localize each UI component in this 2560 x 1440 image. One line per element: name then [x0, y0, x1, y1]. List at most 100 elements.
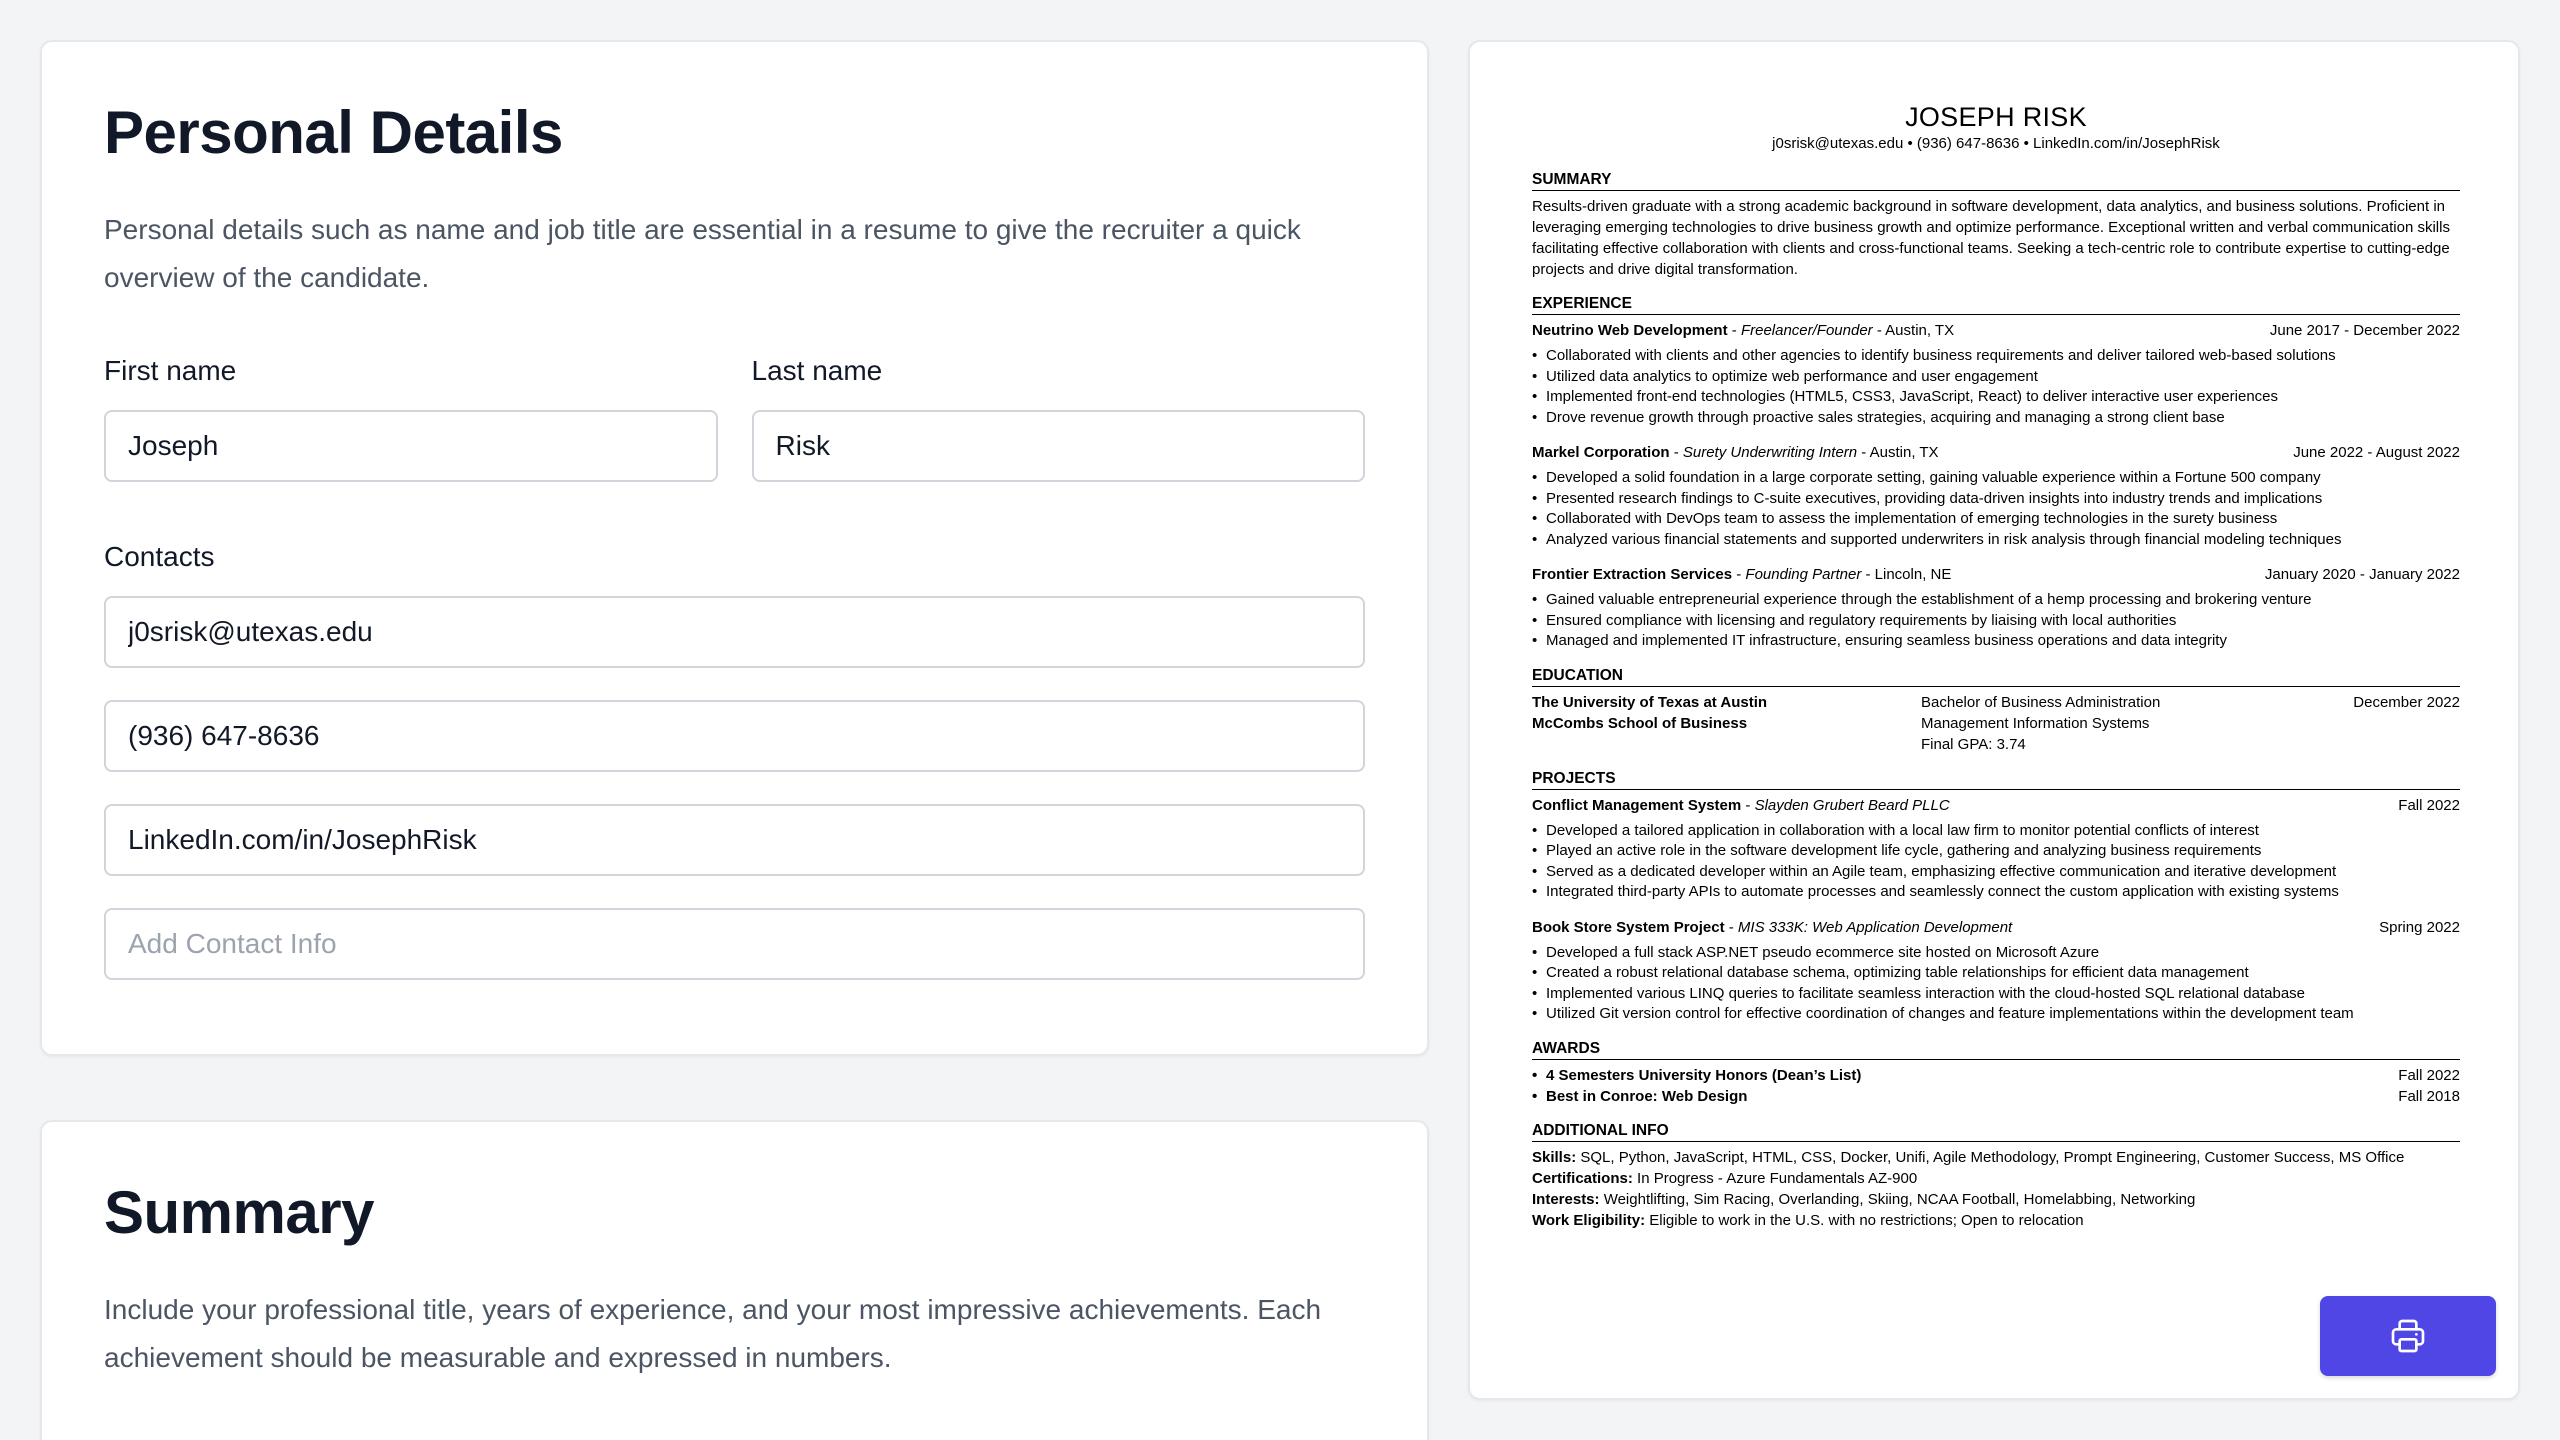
entry-title: Markel Corporation - Surety Underwriting…: [1532, 442, 1939, 463]
entry-bullet: Implemented front-end technologies (HTML…: [1532, 387, 2460, 408]
contact-phone-input[interactable]: [104, 700, 1365, 772]
education-entry: The University of Texas at Austin McComb…: [1532, 692, 2460, 755]
education-school-college: McCombs School of Business: [1532, 714, 1748, 732]
resume-summary-heading: SUMMARY: [1532, 170, 2460, 191]
education-major: Management Information Systems: [1921, 714, 2150, 732]
entry-separator: -: [1724, 918, 1738, 936]
first-name-input[interactable]: [104, 410, 718, 482]
entry-bullets: Developed a full stack ASP.NET pseudo ec…: [1532, 943, 2460, 1025]
resume-projects-heading: PROJECTS: [1532, 769, 2460, 790]
entry-bullet: Played an active role in the software de…: [1532, 841, 2460, 862]
award-name: 4 Semesters University Honors (Dean’s Li…: [1532, 1065, 1861, 1086]
entry-header: Conflict Management System - Slayden Gru…: [1532, 795, 2460, 816]
entry-title: Book Store System Project - MIS 333K: We…: [1532, 917, 2012, 938]
education-school: The University of Texas at Austin McComb…: [1532, 692, 1921, 755]
entry-org: Book Store System Project: [1532, 918, 1725, 936]
award-date: Fall 2022: [2398, 1066, 2460, 1084]
entry-bullet: Managed and implemented IT infrastructur…: [1532, 631, 2460, 652]
resume-entry: Frontier Extraction Services - Founding …: [1532, 564, 2460, 652]
entry-header: Markel Corporation - Surety Underwriting…: [1532, 442, 2460, 463]
entry-bullet: Collaborated with DevOps team to assess …: [1532, 509, 2460, 530]
entry-location: - Austin, TX: [1857, 444, 1939, 461]
award-name: Best in Conroe: Web Design: [1532, 1086, 1747, 1107]
entry-title: Conflict Management System - Slayden Gru…: [1532, 795, 1950, 816]
entry-bullet: Utilized Git version control for effecti…: [1532, 1004, 2460, 1025]
entry-bullet: Utilized data analytics to optimize web …: [1532, 367, 2460, 388]
entry-role: MIS 333K: Web Application Development: [1737, 918, 2013, 936]
entry-location: - Lincoln, NE: [1861, 566, 1952, 583]
entry-role: Surety Underwriting Intern: [1682, 444, 1858, 461]
additional-certifications: Certifications: In Progress - Azure Fund…: [1532, 1168, 2460, 1189]
education-degree: Bachelor of Business Administration Mana…: [1921, 692, 2353, 755]
personal-details-title: Personal Details: [104, 99, 563, 166]
entry-header: Neutrino Web Development - Freelancer/Fo…: [1532, 320, 2460, 341]
entry-role: Slayden Grubert Beard PLLC: [1754, 796, 1950, 814]
entry-bullet: Analyzed various financial statements an…: [1532, 530, 2460, 551]
education-degree-name: Bachelor of Business Administration: [1921, 693, 2161, 711]
entry-dates: Spring 2022: [2379, 918, 2460, 936]
entry-bullet: Developed a tailored application in coll…: [1532, 821, 2460, 842]
entry-separator: -: [1741, 796, 1755, 814]
entry-org: Markel Corporation: [1532, 444, 1670, 461]
education-school-name: The University of Texas at Austin: [1532, 693, 1768, 711]
entry-bullet: Implemented various LINQ queries to faci…: [1532, 984, 2460, 1005]
entry-bullet: Presented research findings to C-suite e…: [1532, 489, 2460, 510]
resume-entry: Markel Corporation - Surety Underwriting…: [1532, 442, 2460, 550]
entry-location: - Austin, TX: [1872, 322, 1955, 339]
additional-label: Work Eligibility:: [1532, 1211, 1646, 1229]
additional-value: Weightlifting, Sim Racing, Overlanding, …: [1599, 1190, 2196, 1208]
additional-interests: Interests: Weightlifting, Sim Racing, Ov…: [1532, 1189, 2460, 1210]
resume-education-section: EDUCATION The University of Texas at Aus…: [1532, 666, 2460, 755]
summary-title: Summary: [104, 1179, 374, 1246]
entry-bullet: Developed a solid foundation in a large …: [1532, 468, 2460, 489]
contact-email-input[interactable]: [104, 596, 1365, 668]
resume-preview: JOSEPH RISK j0srisk@utexas.edu • (936) 6…: [1468, 40, 2520, 1400]
resume-document: JOSEPH RISK j0srisk@utexas.edu • (936) 6…: [1532, 102, 2460, 1231]
projects-list: Conflict Management System - Slayden Gru…: [1532, 795, 2460, 1025]
last-name-label: Last name: [751, 355, 883, 386]
entry-org: Frontier Extraction Services: [1532, 566, 1733, 583]
resume-awards-section: AWARDS 4 Semesters University Honors (De…: [1532, 1039, 2460, 1107]
entry-separator: -: [1727, 322, 1741, 339]
entry-org: Neutrino Web Development: [1532, 322, 1728, 339]
first-name-label: First name: [104, 355, 237, 386]
award-item: Best in Conroe: Web Design Fall 2018: [1532, 1086, 2460, 1107]
entry-bullet: Developed a full stack ASP.NET pseudo ec…: [1532, 943, 2460, 964]
add-contact-input[interactable]: [104, 908, 1365, 980]
print-button[interactable]: [2320, 1296, 2496, 1376]
entry-header: Book Store System Project - MIS 333K: We…: [1532, 917, 2460, 938]
resume-entry: Conflict Management System - Slayden Gru…: [1532, 795, 2460, 903]
contacts-label: Contacts: [104, 541, 215, 572]
last-name-input[interactable]: [751, 410, 1365, 482]
entry-bullets: Collaborated with clients and other agen…: [1532, 346, 2460, 428]
contact-linkedin-input[interactable]: [104, 804, 1365, 876]
resume-experience-section: EXPERIENCE Neutrino Web Development - Fr…: [1532, 294, 2460, 652]
award-item: 4 Semesters University Honors (Dean’s Li…: [1532, 1065, 2460, 1086]
entry-dates: June 2017 - December 2022: [2269, 322, 2460, 339]
entry-separator: -: [1669, 444, 1683, 461]
additional-skills: Skills: SQL, Python, JavaScript, HTML, C…: [1532, 1147, 2460, 1168]
entry-bullet: Ensured compliance with licensing and re…: [1532, 611, 2460, 632]
summary-card: Summary Include your professional title,…: [40, 1120, 1429, 1440]
entry-dates: January 2020 - January 2022: [2264, 566, 2460, 583]
experience-list: Neutrino Web Development - Freelancer/Fo…: [1532, 320, 2460, 652]
summary-description: Include your professional title, years o…: [104, 1294, 1322, 1373]
additional-label: Skills:: [1532, 1148, 1577, 1166]
resume-projects-section: PROJECTS Conflict Management System - Sl…: [1532, 769, 2460, 1025]
resume-summary-section: SUMMARY Results-driven graduate with a s…: [1532, 170, 2460, 280]
entry-org: Conflict Management System: [1532, 796, 1742, 814]
resume-additional-section: ADDITIONAL INFO Skills: SQL, Python, Jav…: [1532, 1121, 2460, 1231]
resume-contact-line: j0srisk@utexas.edu • (936) 647-8636 • Li…: [1772, 135, 2220, 152]
resume-experience-heading: EXPERIENCE: [1532, 294, 2460, 315]
education-gpa: Final GPA: 3.74: [1921, 735, 2026, 753]
additional-value: SQL, Python, JavaScript, HTML, CSS, Dock…: [1576, 1148, 2405, 1166]
last-name-group: Last name: [751, 354, 1365, 482]
entry-bullet: Drove revenue growth through proactive s…: [1532, 408, 2460, 429]
name-row: First name Last name: [104, 354, 1365, 482]
entry-role: Freelancer/Founder: [1740, 322, 1873, 339]
resume-education-heading: EDUCATION: [1532, 666, 2460, 687]
resume-entry: Book Store System Project - MIS 333K: We…: [1532, 917, 2460, 1025]
entry-dates: Fall 2022: [2398, 796, 2460, 814]
entry-role: Founding Partner: [1745, 566, 1862, 583]
entry-bullet: Integrated third-party APIs to automate …: [1532, 882, 2460, 903]
